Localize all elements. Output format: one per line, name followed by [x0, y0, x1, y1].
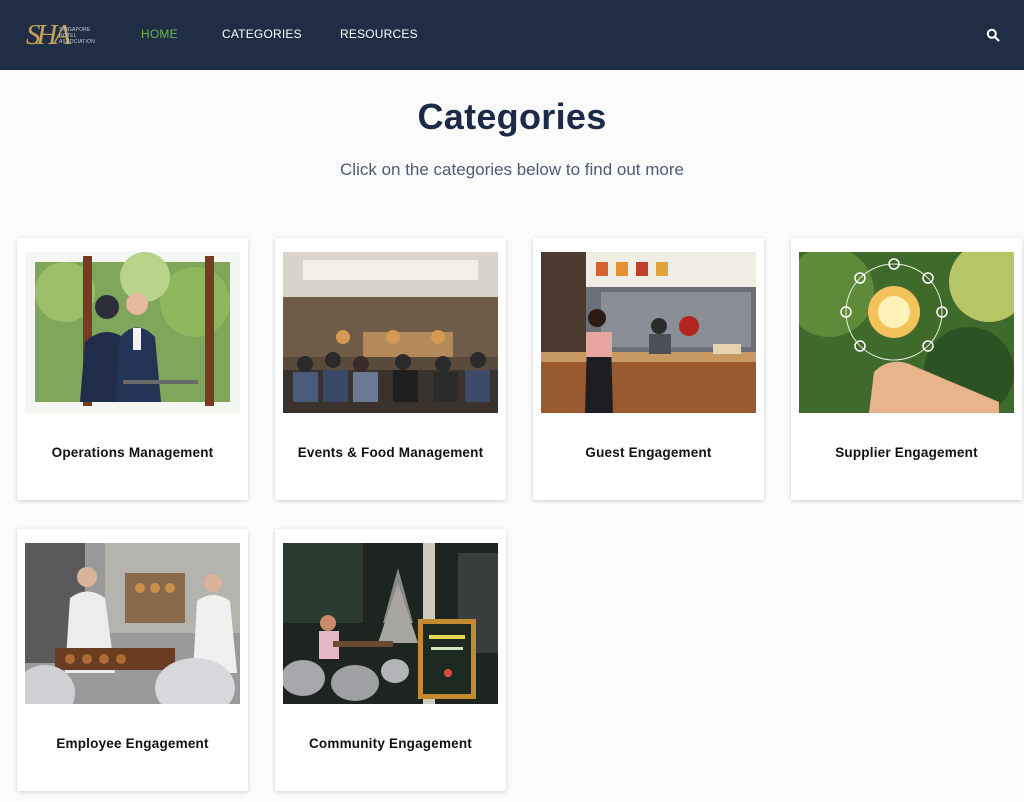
category-label: Events & Food Management: [297, 445, 484, 460]
sha-logo[interactable]: SHA SINGAPORE HOTEL ASSOCIATION: [26, 17, 100, 53]
search-icon[interactable]: [986, 28, 1000, 42]
category-card-guest-engagement[interactable]: Guest Engagement: [533, 238, 764, 500]
category-image: [799, 252, 1014, 413]
category-card-supplier-engagement[interactable]: Supplier Engagement: [791, 238, 1022, 500]
category-card-employee-engagement[interactable]: Employee Engagement: [17, 529, 248, 791]
category-card-events-food-management[interactable]: Events & Food Management: [275, 238, 506, 500]
nav-resources-link[interactable]: RESOURCES: [340, 27, 418, 42]
category-image: [283, 543, 498, 704]
category-image: [283, 252, 498, 413]
category-label: Community Engagement: [308, 736, 472, 751]
category-image: [25, 252, 240, 413]
category-card-operations-management[interactable]: Operations Management: [17, 238, 248, 500]
logo-wordmark: SINGAPORE HOTEL ASSOCIATION: [59, 27, 95, 45]
category-image: [541, 252, 756, 413]
category-label: Guest Engagement: [585, 445, 712, 460]
category-image: [25, 543, 240, 704]
nav-categories-link[interactable]: CATEGORIES: [222, 27, 302, 42]
category-card-community-engagement[interactable]: Community Engagement: [275, 529, 506, 791]
page-subtitle: Click on the categories below to find ou…: [340, 160, 684, 179]
page-title: Categories: [417, 96, 607, 137]
nav-home-link[interactable]: HOME: [141, 27, 178, 42]
top-navbar: SHA SINGAPORE HOTEL ASSOCIATION HOME CAT…: [0, 0, 1024, 70]
logo-line: ASSOCIATION: [59, 39, 96, 45]
category-label: Operations Management: [51, 445, 214, 460]
category-label: Supplier Engagement: [835, 445, 978, 460]
category-label: Employee Engagement: [56, 736, 209, 751]
